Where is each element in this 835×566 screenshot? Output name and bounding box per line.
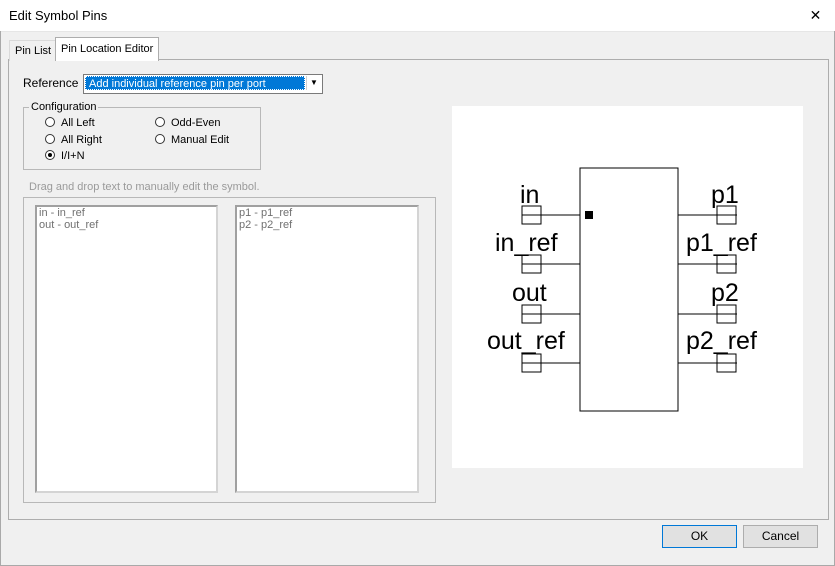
ok-button[interactable]: OK [662, 525, 737, 548]
close-icon[interactable]: ✕ [796, 0, 835, 31]
reference-selected-value: Add individual reference pin per port [85, 76, 305, 90]
radio-circle-icon[interactable] [155, 117, 165, 128]
radio-odd-even[interactable]: Odd-Even [155, 116, 221, 130]
tab-pin-list[interactable]: Pin List [9, 40, 58, 61]
radio-manual-edit[interactable]: Manual Edit [155, 133, 229, 147]
radio-all-right[interactable]: All Right [45, 133, 102, 147]
tab-pin-location-editor[interactable]: Pin Location Editor [55, 37, 160, 61]
radio-circle-icon[interactable] [45, 134, 55, 145]
reference-dropdown[interactable]: Add individual reference pin per port ▼ [83, 74, 323, 94]
right-pin-p2: p2 [678, 279, 739, 324]
symbol-body [579, 167, 679, 412]
left-pin-in: in [520, 181, 580, 225]
pin-label: p2 [711, 279, 739, 307]
left-pin-list[interactable]: in - in_ref out - out_ref [35, 205, 218, 493]
configuration-legend: Configuration [29, 101, 99, 113]
right-pin-list[interactable]: p1 - p1_ref p2 - p2_ref [235, 205, 419, 493]
pin-label: in_ref [495, 229, 558, 257]
right-pin-p1: p1 [678, 181, 739, 225]
list-item[interactable]: p2 - p2_ref [237, 219, 417, 231]
radio-checked-icon[interactable] [45, 150, 55, 161]
window-title: Edit Symbol Pins [9, 8, 108, 23]
radio-circle-icon[interactable] [45, 117, 55, 128]
left-pin-in-ref: in_ref [495, 229, 580, 274]
drag-hint: Drag and drop text to manually edit the … [29, 181, 260, 193]
pin-label: out [512, 279, 547, 307]
right-pin-p1-ref: p1_ref [678, 229, 757, 274]
reference-label: Reference [23, 76, 79, 90]
pin-label: out_ref [487, 327, 565, 355]
pin-label: p2_ref [686, 327, 757, 355]
chevron-down-icon[interactable]: ▼ [306, 76, 321, 90]
cancel-button[interactable]: Cancel [743, 525, 818, 548]
list-item[interactable]: out - out_ref [37, 219, 216, 231]
pin-label: p1 [711, 181, 739, 209]
radio-all-left[interactable]: All Left [45, 116, 95, 130]
list-item[interactable]: p1 - p1_ref [237, 207, 417, 219]
list-item[interactable]: in - in_ref [37, 207, 216, 219]
left-pin-out-ref: out_ref [487, 327, 580, 373]
symbol-diagram: in in_ref out out_ref p1 p1_ref p2 p2_re… [487, 167, 757, 412]
right-pin-p2-ref: p2_ref [678, 327, 757, 373]
radio-circle-icon[interactable] [155, 134, 165, 145]
title-bar: Edit Symbol Pins ✕ [0, 0, 835, 32]
left-pin-out: out [512, 279, 580, 324]
radio-i-i-n[interactable]: I/I+N [45, 149, 85, 163]
symbol-preview: in in_ref out out_ref p1 p1_ref p2 p2_re… [452, 106, 803, 468]
pin-label: p1_ref [686, 229, 757, 257]
pin-one-marker [585, 211, 593, 219]
pin-label: in [520, 181, 539, 209]
